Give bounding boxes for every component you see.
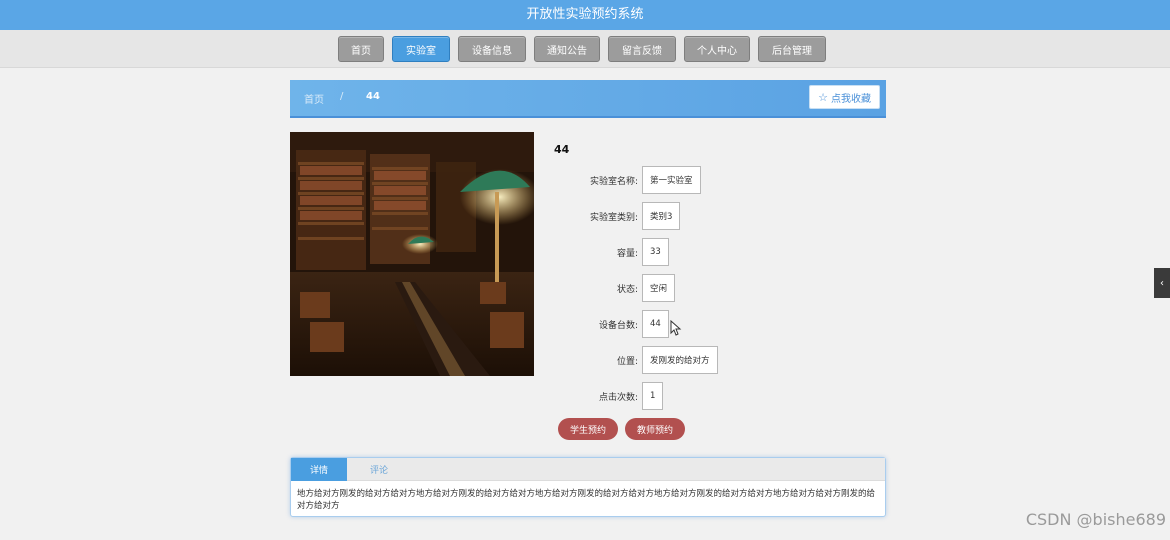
nav-item-4[interactable]: 留言反馈 — [608, 36, 676, 62]
breadcrumb-current: 44 — [366, 91, 380, 102]
reserve-actions: 学生预约 教师预约 — [558, 418, 686, 440]
field-value: 33 — [642, 238, 669, 266]
field-row: 实验室类别: 类别3 — [554, 202, 681, 230]
tab-detail[interactable]: 详情 — [291, 458, 347, 481]
field-value: 第一实验室 — [642, 166, 701, 194]
watermark: CSDN @bishe689 — [1025, 510, 1166, 529]
field-row: 状态: 空闲 — [554, 274, 676, 302]
library-image — [290, 132, 534, 376]
breadcrumb: 首页 / 44 ☆ 点我收藏 — [290, 80, 886, 118]
lab-photo — [290, 132, 534, 376]
favorite-button[interactable]: ☆ 点我收藏 — [809, 85, 880, 109]
nav-item-0[interactable]: 首页 — [338, 36, 384, 62]
field-label: 设备台数: — [598, 320, 638, 331]
site-header: 开放性实验预约系统 — [0, 0, 1170, 30]
field-row: 点击次数: 1 — [554, 382, 664, 410]
lab-title: 44 — [554, 143, 570, 156]
breadcrumb-separator: / — [340, 91, 344, 102]
field-value: 1 — [642, 382, 664, 410]
detail-tabs: 详情 评论 地方给对方刚发的给对方给对方地方给对方刚发的给对方给对方地方给对方刚… — [290, 457, 886, 517]
field-label: 实验室名称: — [589, 176, 638, 187]
field-label: 实验室类别: — [589, 212, 638, 223]
sidebar-toggle-button[interactable]: ‹ — [1154, 268, 1170, 298]
student-reserve-button[interactable]: 学生预约 — [558, 418, 619, 440]
main-nav: 首页 实验室 设备信息 通知公告 留言反馈 个人中心 后台管理 — [0, 30, 1170, 68]
nav-item-3[interactable]: 通知公告 — [534, 36, 600, 62]
star-outline-icon: ☆ — [818, 90, 828, 104]
field-label: 状态: — [616, 284, 638, 295]
tab-comment[interactable]: 评论 — [351, 458, 407, 481]
field-row: 设备台数: 44 — [554, 310, 669, 338]
chevron-left-icon: ‹ — [1160, 277, 1164, 289]
field-row: 位置: 发刚发的给对方 — [554, 346, 718, 374]
field-value: 空闲 — [642, 274, 676, 302]
detail-content: 地方给对方刚发的给对方给对方地方给对方刚发的给对方给对方地方给对方刚发的给对方给… — [297, 489, 876, 511]
breadcrumb-home[interactable]: 首页 — [304, 91, 324, 106]
field-row: 实验室名称: 第一实验室 — [554, 166, 701, 194]
tab-header: 详情 评论 — [291, 458, 885, 481]
mouse-cursor-icon — [670, 320, 682, 336]
field-label: 容量: — [616, 248, 638, 259]
site-title: 开放性实验预约系统 — [526, 7, 644, 22]
field-label: 点击次数: — [598, 392, 638, 403]
field-row: 容量: 33 — [554, 238, 669, 266]
nav-item-6[interactable]: 后台管理 — [758, 36, 826, 62]
favorite-label: 点我收藏 — [831, 93, 871, 105]
nav-item-5[interactable]: 个人中心 — [684, 36, 750, 62]
nav-item-1[interactable]: 实验室 — [392, 36, 450, 62]
teacher-reserve-button[interactable]: 教师预约 — [625, 418, 686, 440]
nav-item-2[interactable]: 设备信息 — [458, 36, 526, 62]
field-value: 44 — [642, 310, 669, 338]
field-value: 类别3 — [642, 202, 681, 230]
field-value: 发刚发的给对方 — [642, 346, 718, 374]
field-label: 位置: — [616, 356, 638, 367]
nav-list: 首页 实验室 设备信息 通知公告 留言反馈 个人中心 后台管理 — [338, 36, 826, 62]
